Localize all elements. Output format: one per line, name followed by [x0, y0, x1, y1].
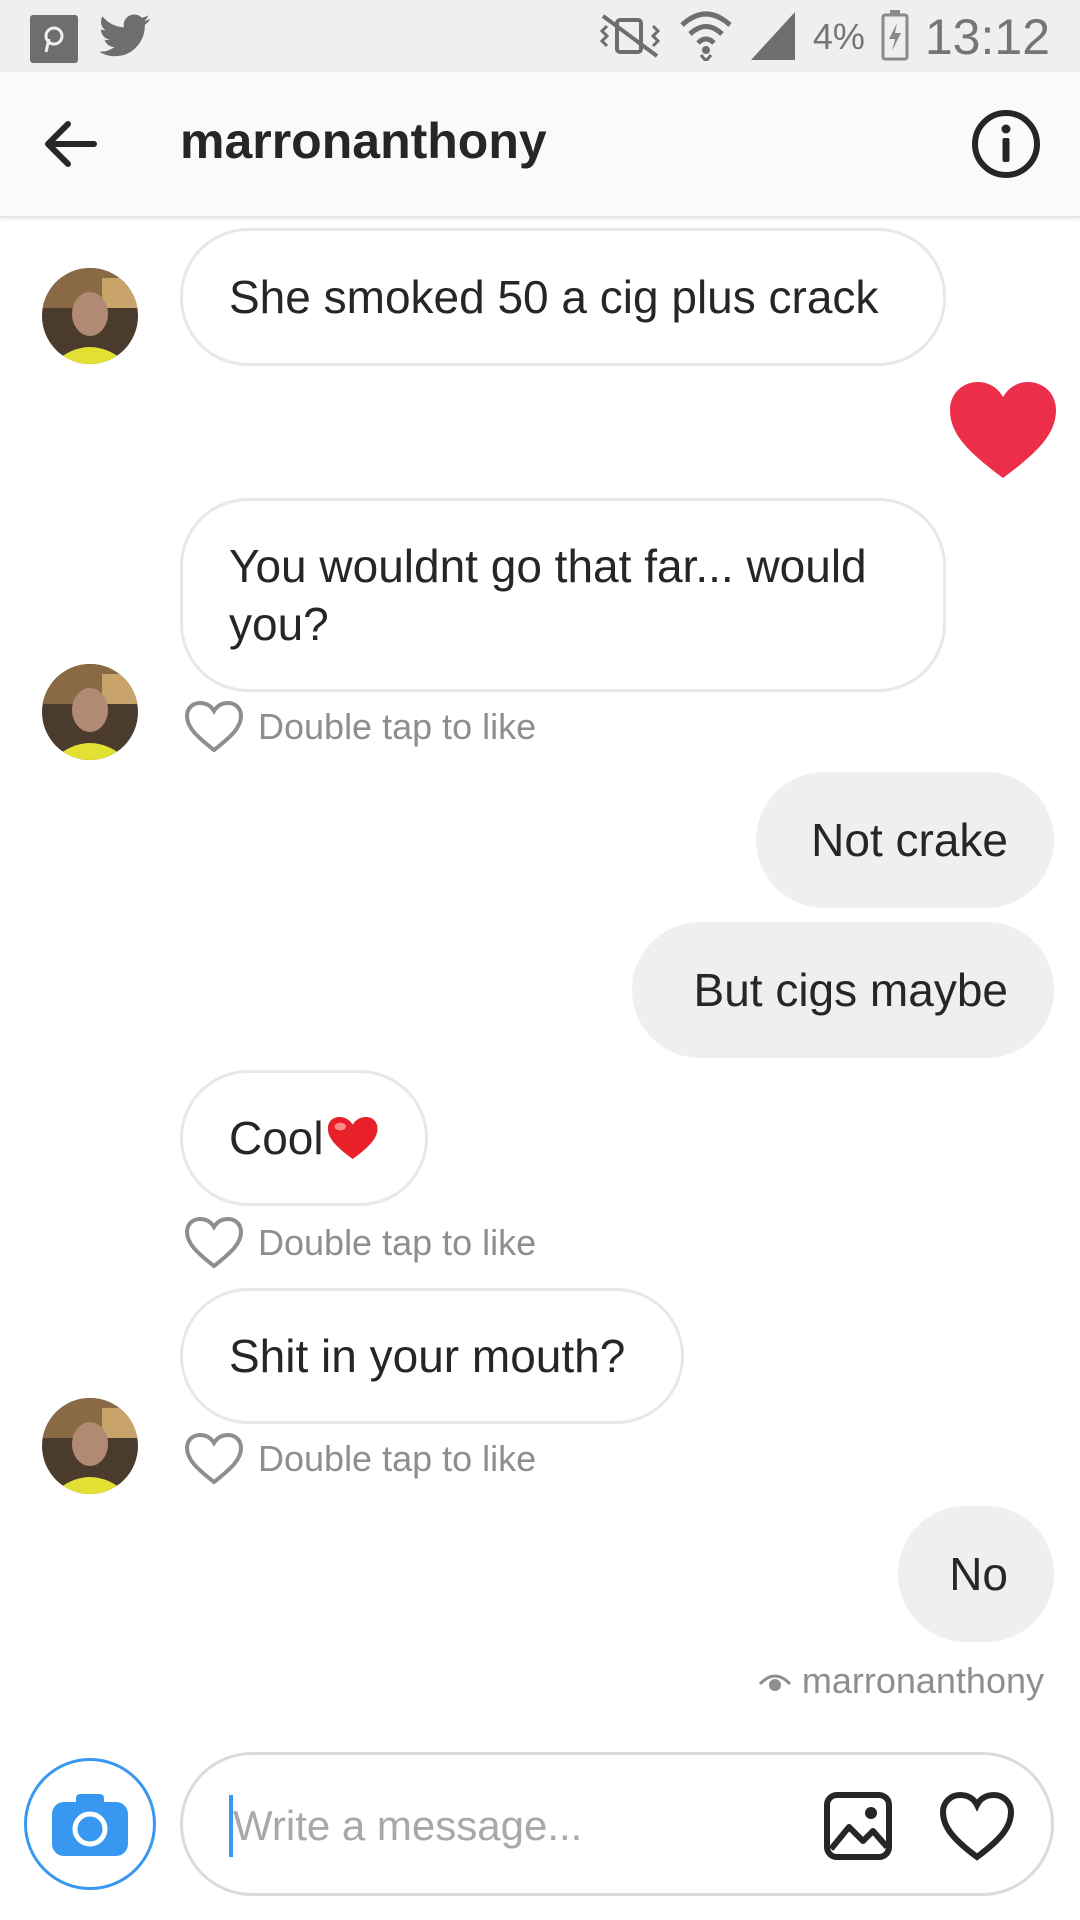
message-text: Not crake — [811, 814, 1008, 866]
like-hint-text: Double tap to like — [258, 1438, 537, 1479]
mute-vibrate-icon — [597, 12, 663, 63]
like-button[interactable] — [939, 1791, 1015, 1861]
message-bubble-incoming[interactable]: Cool — [180, 1070, 428, 1206]
heart-outline-icon — [184, 1432, 244, 1485]
message-input[interactable] — [229, 1795, 755, 1857]
message-bubble-incoming[interactable]: Shit in your mouth? — [180, 1288, 684, 1424]
message-bubble-outgoing[interactable]: But cigs maybe — [632, 922, 1054, 1058]
wifi-icon — [679, 9, 733, 66]
heart-outline-icon — [184, 1216, 244, 1269]
conversation-header: marronanthony — [0, 72, 1080, 218]
message-composer — [180, 1752, 1054, 1896]
info-button[interactable] — [970, 108, 1042, 180]
message-bubble-incoming[interactable]: She smoked 50 a cig plus crack — [180, 228, 946, 366]
back-button[interactable] — [40, 112, 104, 176]
twitter-icon — [98, 14, 152, 63]
seen-by-text: marronanthony — [801, 1660, 1044, 1701]
double-tap-like-hint[interactable]: Double tap to like — [184, 1216, 536, 1270]
camera-button[interactable] — [24, 1758, 156, 1890]
signal-icon — [749, 10, 797, 65]
info-icon — [972, 110, 1040, 178]
status-bar: 4% 13:12 — [0, 0, 1080, 72]
heart-outline-icon — [184, 700, 244, 753]
battery-icon — [881, 9, 909, 66]
battery-percent: 4% — [812, 16, 865, 57]
seen-indicator: marronanthony — [758, 1660, 1044, 1702]
camera-icon — [52, 1794, 128, 1856]
message-bubble-outgoing[interactable]: No — [898, 1506, 1054, 1642]
avatar[interactable] — [42, 1398, 138, 1494]
message-text: But cigs maybe — [693, 964, 1008, 1016]
like-hint-text: Double tap to like — [258, 706, 537, 747]
message-bubble-incoming[interactable]: You wouldnt go that far... would you? — [180, 498, 946, 692]
eye-icon — [758, 1674, 791, 1691]
message-text: You wouldnt go that far... would you? — [229, 540, 867, 650]
message-text: Cool — [229, 1112, 324, 1164]
avatar[interactable] — [42, 268, 138, 364]
double-tap-like-hint[interactable]: Double tap to like — [184, 1432, 536, 1486]
message-text: No — [949, 1548, 1008, 1600]
avatar[interactable] — [42, 664, 138, 760]
pinterest-like-icon — [30, 14, 78, 63]
gallery-icon — [824, 1792, 892, 1860]
like-hint-text: Double tap to like — [258, 1222, 537, 1263]
gallery-button[interactable] — [823, 1791, 893, 1861]
message-bubble-outgoing[interactable]: Not crake — [756, 772, 1054, 908]
message-text: She smoked 50 a cig plus crack — [229, 271, 879, 323]
heart-outline-icon — [939, 1791, 1015, 1861]
red-heart-emoji-icon — [327, 1117, 378, 1159]
heart-filled-icon[interactable] — [948, 380, 1058, 485]
arrow-left-icon — [45, 121, 97, 167]
conversation-title[interactable]: marronanthony — [180, 112, 547, 170]
double-tap-like-hint[interactable]: Double tap to like — [184, 700, 536, 754]
message-text: Shit in your mouth? — [229, 1330, 626, 1382]
clock: 13:12 — [924, 9, 1050, 65]
